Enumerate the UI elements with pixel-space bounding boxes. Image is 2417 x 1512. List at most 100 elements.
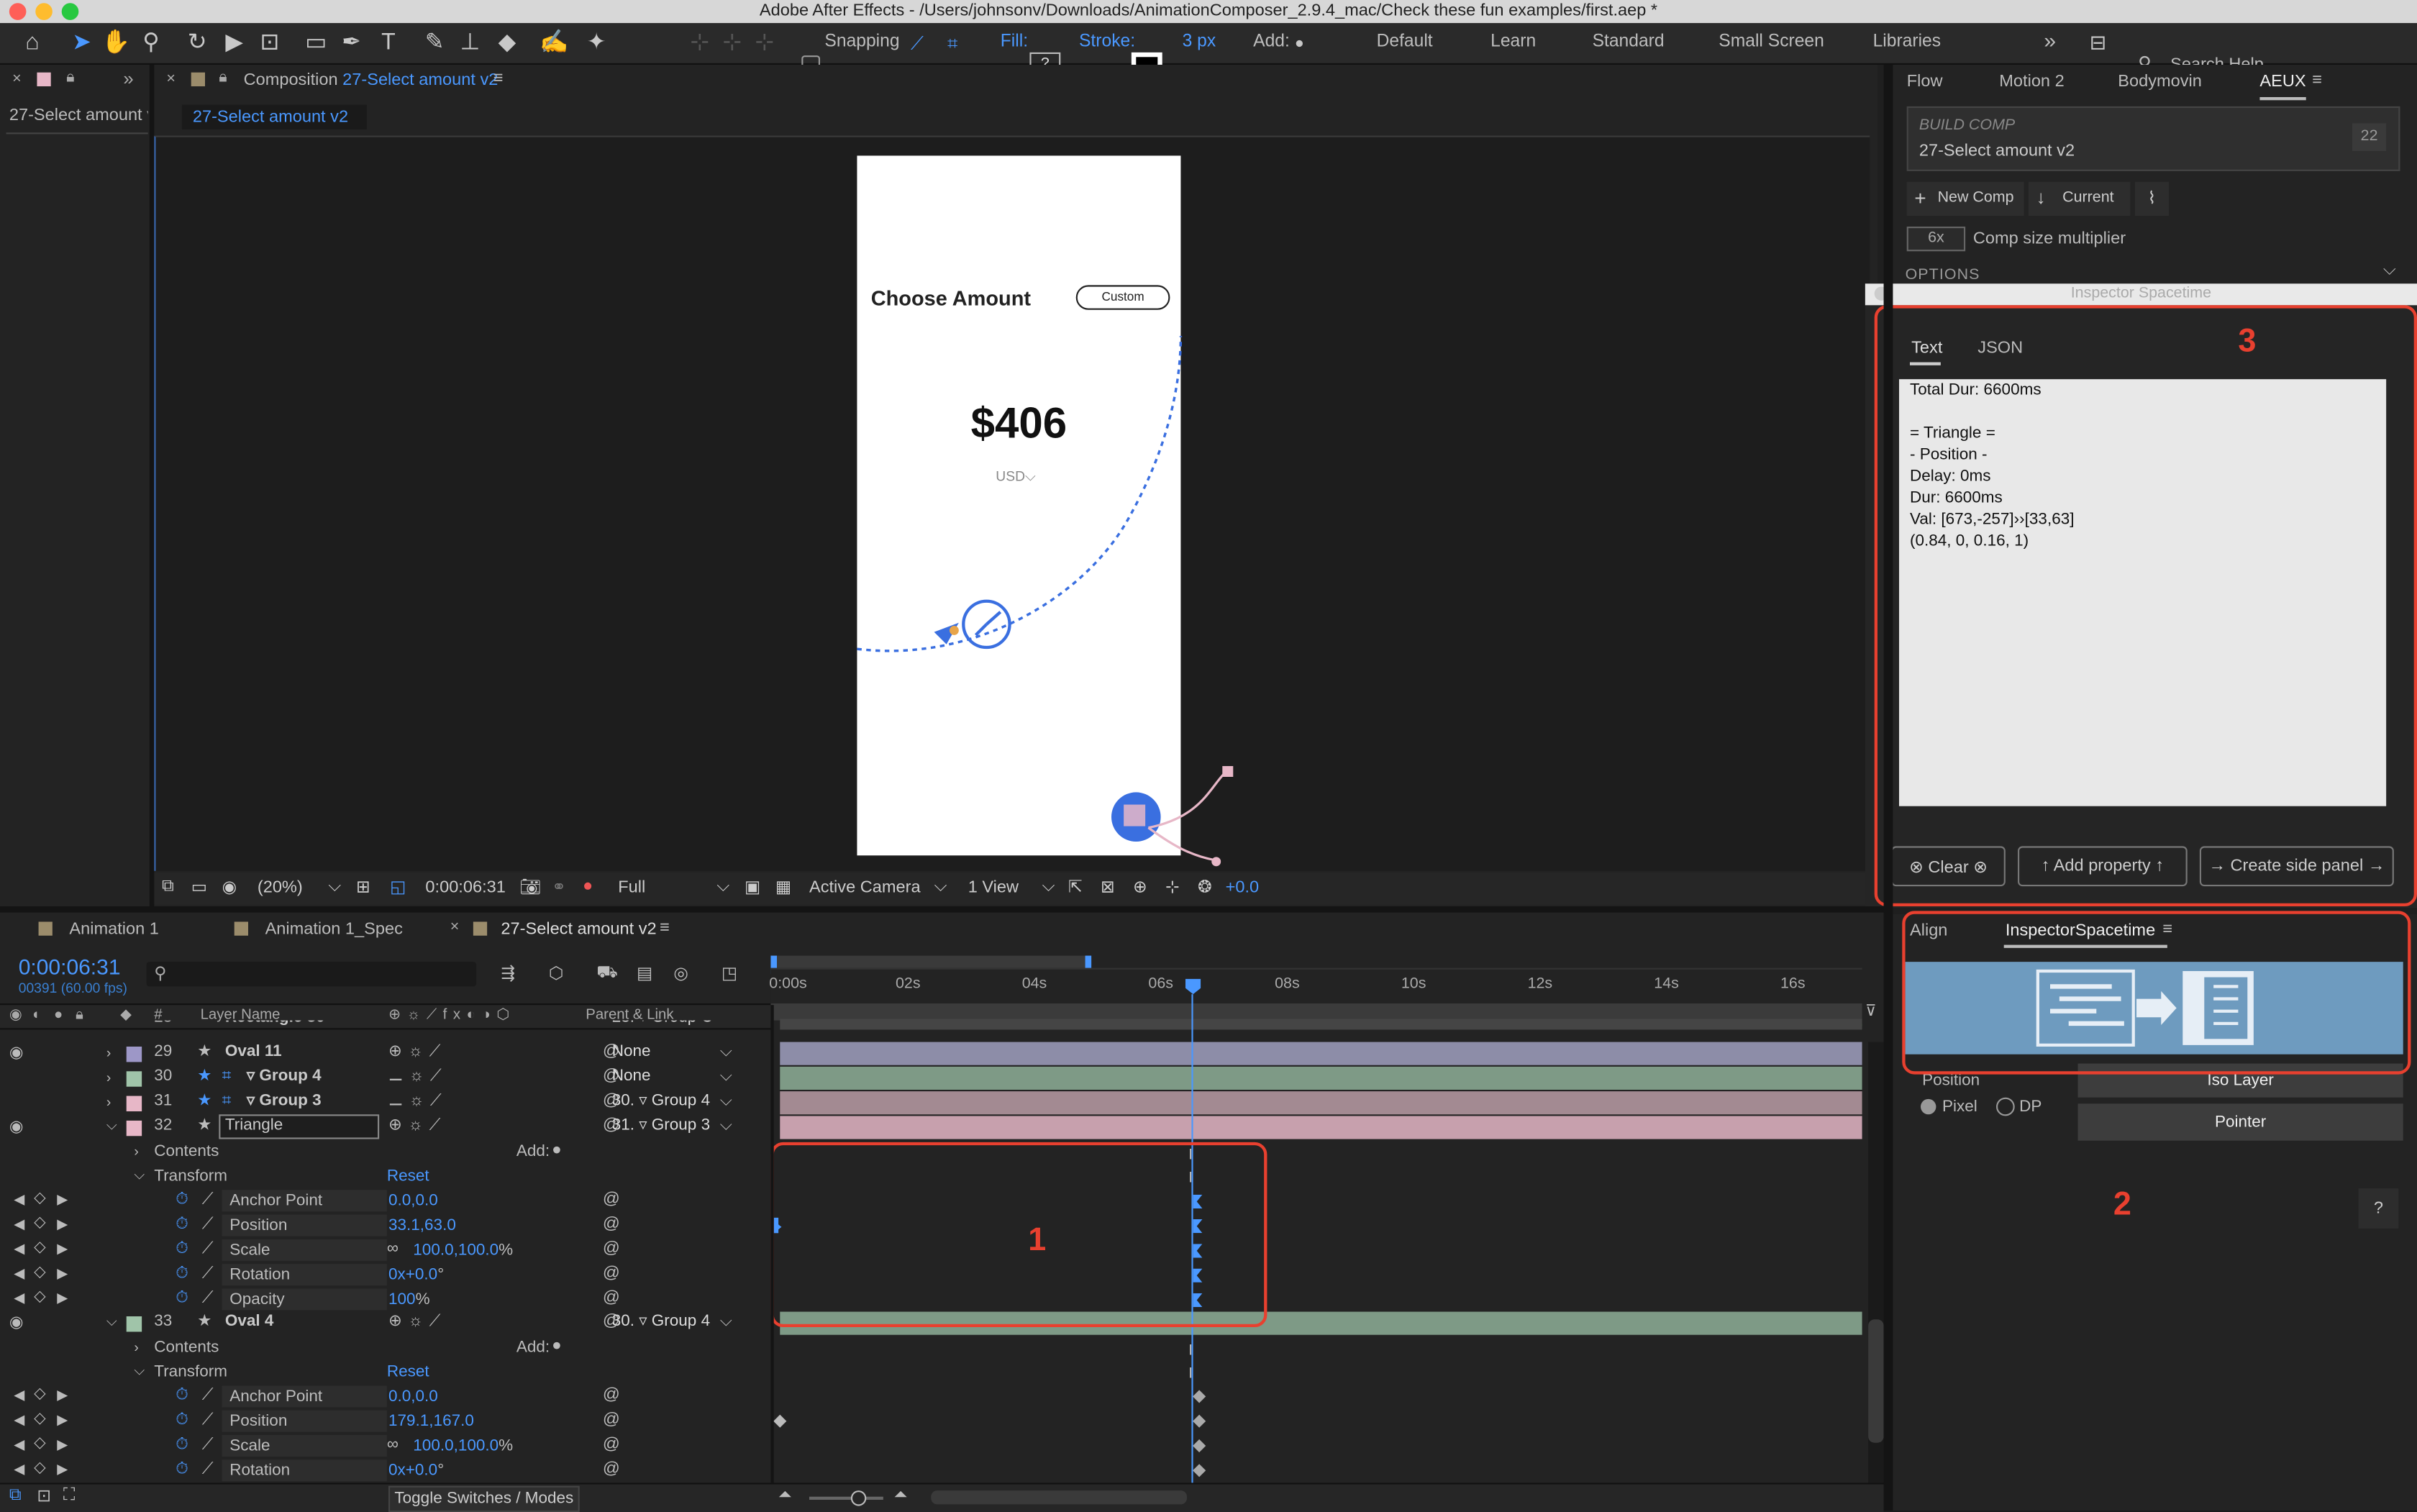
layer-name[interactable]: Rectangle 30: [225, 1021, 325, 1027]
reset-link[interactable]: Reset: [387, 1362, 429, 1381]
view-layout-select[interactable]: 1 View: [968, 878, 1019, 897]
graph-icon[interactable]: ⟋: [202, 1288, 214, 1308]
expand-icon[interactable]: ›: [106, 1045, 111, 1060]
eye-icon[interactable]: ◉: [9, 1118, 24, 1137]
current-button[interactable]: ↓ Current: [2029, 181, 2131, 216]
time-ruler[interactable]: [770, 967, 1862, 1007]
layer-name[interactable]: Oval 4: [225, 1312, 274, 1331]
next-keyframe-icon[interactable]: ▶: [57, 1191, 68, 1208]
puppet-tool-icon[interactable]: ✦: [583, 29, 611, 58]
stopwatch-icon[interactable]: ⏱: [176, 1239, 188, 1260]
workspace-standard[interactable]: Standard: [1593, 32, 1665, 51]
timeline-nav-icon[interactable]: ⊽: [1865, 1003, 1877, 1021]
layer-row-33[interactable]: ◉ ⌵ 33 ★ Oval 4 ⊕☼⟋ @ 30. ▿ Group 4 ⌵: [0, 1312, 770, 1335]
chevron-down-icon[interactable]: ⌵: [2383, 260, 2396, 281]
layer-bar-29[interactable]: [780, 1042, 1862, 1065]
roi-icon[interactable]: ▣: [745, 877, 760, 897]
workspace-default[interactable]: Default: [1377, 32, 1433, 51]
mask-icon[interactable]: ◉: [222, 877, 237, 897]
comp-subtab[interactable]: 27-Select amount v2: [181, 104, 367, 129]
paperclip-icon[interactable]: ⌇: [2134, 181, 2169, 216]
always-preview-icon[interactable]: ⧉: [162, 877, 174, 897]
graph-icon[interactable]: ⟋: [202, 1239, 214, 1260]
exposure-icon[interactable]: ❂: [1198, 877, 1212, 897]
camera-select[interactable]: Active Camera: [809, 878, 921, 897]
tab-flow[interactable]: Flow: [1907, 73, 1943, 91]
project-expand-icon[interactable]: »: [123, 68, 133, 89]
motion-blur-icon[interactable]: ◎: [673, 963, 688, 983]
current-time[interactable]: 0:00:06:31: [425, 878, 505, 897]
zoom-slider-thumb[interactable]: [850, 1490, 867, 1506]
next-keyframe-icon[interactable]: ▶: [57, 1216, 68, 1234]
flowchart-icon[interactable]: ⊕: [1133, 877, 1147, 897]
workspace-overflow[interactable]: »: [2044, 28, 2056, 53]
help-button[interactable]: ?: [2358, 1188, 2399, 1229]
prev-keyframe-icon[interactable]: ◀: [14, 1241, 24, 1258]
next-keyframe-icon[interactable]: ▶: [57, 1436, 68, 1454]
stopwatch-icon[interactable]: ⏱: [176, 1190, 188, 1210]
timeline-tab-animation1-spec[interactable]: Animation 1_Spec: [265, 920, 403, 939]
property-value[interactable]: 33.1,63.0: [388, 1216, 456, 1235]
camera-tool-icon[interactable]: ▶: [220, 29, 248, 58]
property-value[interactable]: 0x+0.0°: [388, 1265, 444, 1284]
keyframe-toggle-icon[interactable]: ◇: [34, 1239, 46, 1257]
timeline-close-icon[interactable]: ×: [450, 919, 460, 936]
zoom-in-icon[interactable]: ⏶: [894, 1486, 908, 1506]
expression-pickwhip-icon[interactable]: @: [603, 1288, 620, 1307]
prev-keyframe-icon[interactable]: ◀: [14, 1290, 24, 1308]
parent-select[interactable]: 30. ▿ Group 4: [612, 1091, 735, 1111]
collapse-icon[interactable]: ⌵: [134, 1362, 145, 1380]
graph-icon[interactable]: ⟋: [202, 1435, 214, 1455]
graph-icon[interactable]: ⟋: [202, 1190, 214, 1210]
chevron-down-icon[interactable]: ⌵: [720, 1116, 732, 1136]
layer-row-32[interactable]: ◉ ⌵ 32 ★ Triangle ⊕☼⟋ @ 31. ▿ Group 3 ⌵: [0, 1114, 770, 1139]
parent-select[interactable]: 30. ▿ Group 4: [612, 1312, 735, 1332]
graph-icon[interactable]: ⟋: [202, 1411, 214, 1431]
fast-preview-icon[interactable]: ⊹: [1165, 877, 1180, 897]
monitor-icon[interactable]: ▭: [191, 877, 207, 897]
prev-keyframe-icon[interactable]: ◀: [14, 1461, 24, 1478]
chevron-down-icon[interactable]: ⌵: [934, 877, 947, 897]
transform-row[interactable]: ⌵ Transform Reset: [0, 1165, 770, 1188]
chevron-down-icon[interactable]: ⌵: [720, 1067, 732, 1087]
property-value[interactable]: 100.0,100.0%: [413, 1241, 513, 1260]
region-icon[interactable]: ◱: [390, 877, 406, 897]
aeux-menu-icon[interactable]: ≡: [2312, 71, 2322, 90]
next-keyframe-icon[interactable]: ▶: [57, 1265, 68, 1283]
property-value[interactable]: 0.0,0.0: [388, 1388, 438, 1406]
layer-switches[interactable]: ⊕☼⟋: [388, 1312, 447, 1332]
graph-icon[interactable]: ⟋: [202, 1215, 214, 1235]
layer-switches[interactable]: ⚊☼⟋: [388, 1067, 447, 1087]
layer-bar-30[interactable]: [780, 1066, 1862, 1090]
next-keyframe-icon[interactable]: ▶: [57, 1241, 68, 1258]
sync-settings-icon[interactable]: ⊟: [2084, 29, 2112, 58]
selection-tool-icon[interactable]: ➤: [68, 29, 96, 58]
zoom-tool-icon[interactable]: ⚲: [137, 29, 165, 58]
zoom-select[interactable]: (20%): [258, 878, 303, 897]
collapse-icon[interactable]: ⌵: [106, 1118, 117, 1135]
dp-radio[interactable]: [1996, 1097, 2015, 1116]
lock-icon[interactable]: 🔒︎: [66, 69, 74, 86]
next-keyframe-icon[interactable]: ▶: [57, 1461, 68, 1478]
parent-select[interactable]: 31. ▿ Group 3: [612, 1116, 735, 1136]
zoom-out-icon[interactable]: ⏶: [778, 1486, 792, 1506]
graph-editor-icon[interactable]: ◳: [722, 963, 737, 983]
zoom-slider[interactable]: [809, 1496, 883, 1500]
layer-switches-icon[interactable]: ⊡: [37, 1486, 51, 1506]
project-item[interactable]: 27-Select amount v: [9, 106, 148, 125]
transform-row[interactable]: ⌵ Transform Reset: [0, 1361, 770, 1384]
grid-icon[interactable]: ⊞: [356, 877, 370, 897]
layer-row-30[interactable]: › 30 ★ ⌗ ▿ Group 4 ⚊☼⟋ @ None ⌵: [0, 1067, 770, 1090]
in-out-icon[interactable]: ⛶: [63, 1486, 76, 1506]
keyframe-toggle-icon[interactable]: ◇: [34, 1190, 46, 1207]
tab-bodymovin[interactable]: Bodymovin: [2118, 73, 2202, 91]
tab-aeux[interactable]: AEUX: [2259, 73, 2306, 91]
transparency-grid-icon[interactable]: ▦: [775, 877, 791, 897]
timeline-search-input[interactable]: ⚲: [146, 962, 477, 987]
color-channel-icon[interactable]: ●: [583, 877, 593, 896]
pixel-radio[interactable]: [1921, 1098, 1936, 1115]
property-value[interactable]: 100.0,100.0%: [413, 1436, 513, 1455]
layer-switches[interactable]: ⊕☼⟋: [388, 1042, 447, 1062]
layer-name[interactable]: ▿ Group 4: [247, 1067, 322, 1085]
project-close-icon[interactable]: ×: [12, 71, 22, 88]
